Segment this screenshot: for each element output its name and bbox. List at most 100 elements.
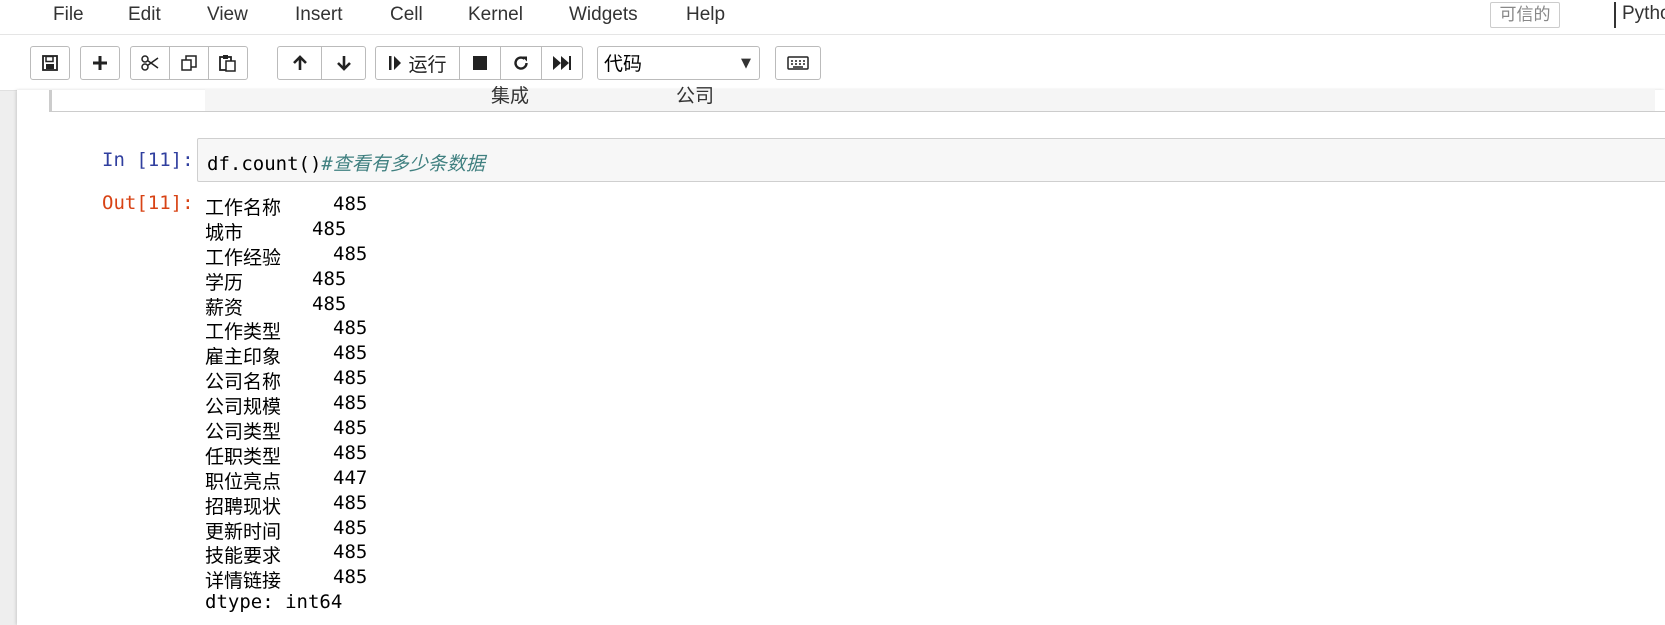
edit-group — [130, 46, 248, 80]
output-row-key: 更新时间 — [205, 520, 282, 543]
arrow-down-icon — [335, 54, 353, 72]
output-row-value: 485 — [333, 367, 368, 390]
code-text: df.count() — [207, 153, 322, 175]
output-row-key: 招聘现状 — [205, 495, 282, 518]
output-row: 公司规模 485 — [205, 392, 367, 419]
output-row-key: 公司类型 — [205, 421, 282, 444]
menu-file[interactable]: File — [53, 4, 84, 26]
output-row: 工作类型 485 — [205, 317, 367, 344]
menu-view[interactable]: View — [207, 4, 248, 26]
kernel-indicator-divider — [1614, 2, 1616, 28]
restart-button[interactable] — [500, 46, 542, 80]
output-row: 公司名称 485 — [205, 367, 367, 394]
insert-group — [80, 46, 120, 80]
stop-icon — [471, 54, 489, 72]
copy-button[interactable] — [169, 46, 209, 80]
interrupt-button[interactable] — [459, 46, 501, 80]
output-row-value: 485 — [333, 342, 368, 365]
output-row: 工作名称 485 — [205, 193, 367, 219]
code-editor[interactable]: df.count()#查看有多少条数据 — [197, 138, 1665, 182]
output-row-value: 485 — [333, 392, 368, 415]
menu-kernel[interactable]: Kernel — [468, 4, 523, 26]
output-row-key: 详情链接 — [205, 570, 282, 593]
output-prompt: Out[11]: — [102, 192, 194, 214]
fast-forward-icon — [552, 54, 572, 72]
output-row-value: 485 — [333, 541, 368, 564]
cut-button[interactable] — [130, 46, 170, 80]
output-row: 城市 485 — [205, 218, 346, 244]
output-row: 技能要求 485 — [205, 541, 367, 568]
menu-edit[interactable]: Edit — [128, 4, 161, 26]
run-all-button[interactable] — [541, 46, 583, 80]
output-row-key: 雇主印象 — [205, 346, 282, 369]
output-row-key: 公司名称 — [205, 371, 282, 394]
output-row-value: 447 — [333, 466, 368, 489]
save-group — [30, 46, 70, 80]
move-up-button[interactable] — [277, 46, 322, 80]
keyboard-icon — [787, 55, 809, 71]
output-row-value: 485 — [333, 317, 368, 340]
move-down-button[interactable] — [321, 46, 366, 80]
output-row: 职位亮点 447 — [205, 467, 367, 493]
output-row: 学历 485 — [205, 268, 346, 294]
output-area: 工作名称 485 城市 485 工作经验 485 学历 485 薪资 485 工作类型 485 雇主印象… — [205, 193, 367, 616]
output-row-key: 任职类型 — [205, 445, 282, 468]
output-row-key: 公司规模 — [205, 396, 282, 419]
output-row: 任职类型 485 — [205, 442, 367, 468]
menu-insert[interactable]: Insert — [295, 4, 343, 26]
output-row-key: 职位亮点 — [205, 470, 282, 493]
paste-button[interactable] — [208, 46, 248, 80]
insert-cell-button[interactable] — [80, 46, 120, 80]
output-dtype: dtype: int64 — [205, 591, 343, 614]
output-row-value: 485 — [333, 441, 368, 464]
output-row: 工作经验 485 — [205, 243, 367, 269]
code-comment: #查看有多少条数据 — [321, 153, 485, 175]
output-row-value: 485 — [333, 491, 368, 514]
output-row-value: 485 — [312, 217, 347, 240]
plus-icon — [91, 54, 109, 72]
run-group: 运行 — [375, 46, 583, 80]
output-row: 更新时间 485 — [205, 517, 367, 543]
input-prompt: In [11]: — [102, 149, 194, 171]
kernel-name[interactable]: Pytho — [1622, 3, 1665, 25]
output-row-value: 485 — [333, 193, 368, 215]
output-row: 详情链接 485 — [205, 566, 367, 593]
output-row: 雇主印象 485 — [205, 342, 367, 369]
cell-type-value: 代码 — [604, 53, 643, 75]
output-row-key: 城市 — [205, 221, 244, 244]
toolbar: 运行 代码 ▼ — [0, 35, 1665, 91]
command-palette-button[interactable] — [775, 46, 821, 80]
run-label: 运行 — [408, 54, 447, 76]
menu-cell[interactable]: Cell — [390, 4, 423, 26]
output-row-value: 485 — [333, 417, 368, 440]
output-row: 薪资 485 — [205, 293, 346, 319]
previous-output-cell: 集成 — [491, 85, 530, 107]
output-row-key: 工作类型 — [205, 321, 282, 344]
output-row-value: 485 — [312, 267, 347, 290]
menu-help[interactable]: Help — [686, 4, 725, 26]
output-row-value: 485 — [333, 516, 368, 539]
output-row-key: 学历 — [205, 271, 244, 294]
output-row-key: 薪资 — [205, 296, 244, 319]
previous-output-cell: 公司 — [676, 85, 715, 107]
menu-widgets[interactable]: Widgets — [569, 4, 638, 26]
code-line: df.count()#查看有多少条数据 — [207, 149, 485, 176]
save-icon — [41, 54, 59, 72]
output-row-value: 485 — [333, 242, 368, 265]
cell-type-select[interactable]: 代码 ▼ — [597, 46, 760, 80]
output-row-key: 工作名称 — [205, 197, 282, 219]
save-button[interactable] — [30, 46, 70, 80]
copy-icon — [179, 54, 199, 72]
output-row: 公司类型 485 — [205, 417, 367, 444]
previous-output-table: 集成 公司 — [205, 85, 1655, 111]
chevron-down-icon: ▼ — [741, 56, 751, 71]
output-row-value: 485 — [333, 566, 368, 589]
trusted-indicator[interactable]: 可信的 — [1490, 2, 1560, 28]
paste-icon — [218, 54, 238, 72]
menubar: File Edit View Insert Cell Kernel Widget… — [0, 0, 1665, 35]
keyboard-group — [775, 46, 821, 80]
output-row-value: 485 — [312, 292, 347, 315]
move-group — [277, 46, 366, 80]
output-row-key: 技能要求 — [205, 545, 282, 568]
run-button[interactable]: 运行 — [375, 46, 460, 80]
